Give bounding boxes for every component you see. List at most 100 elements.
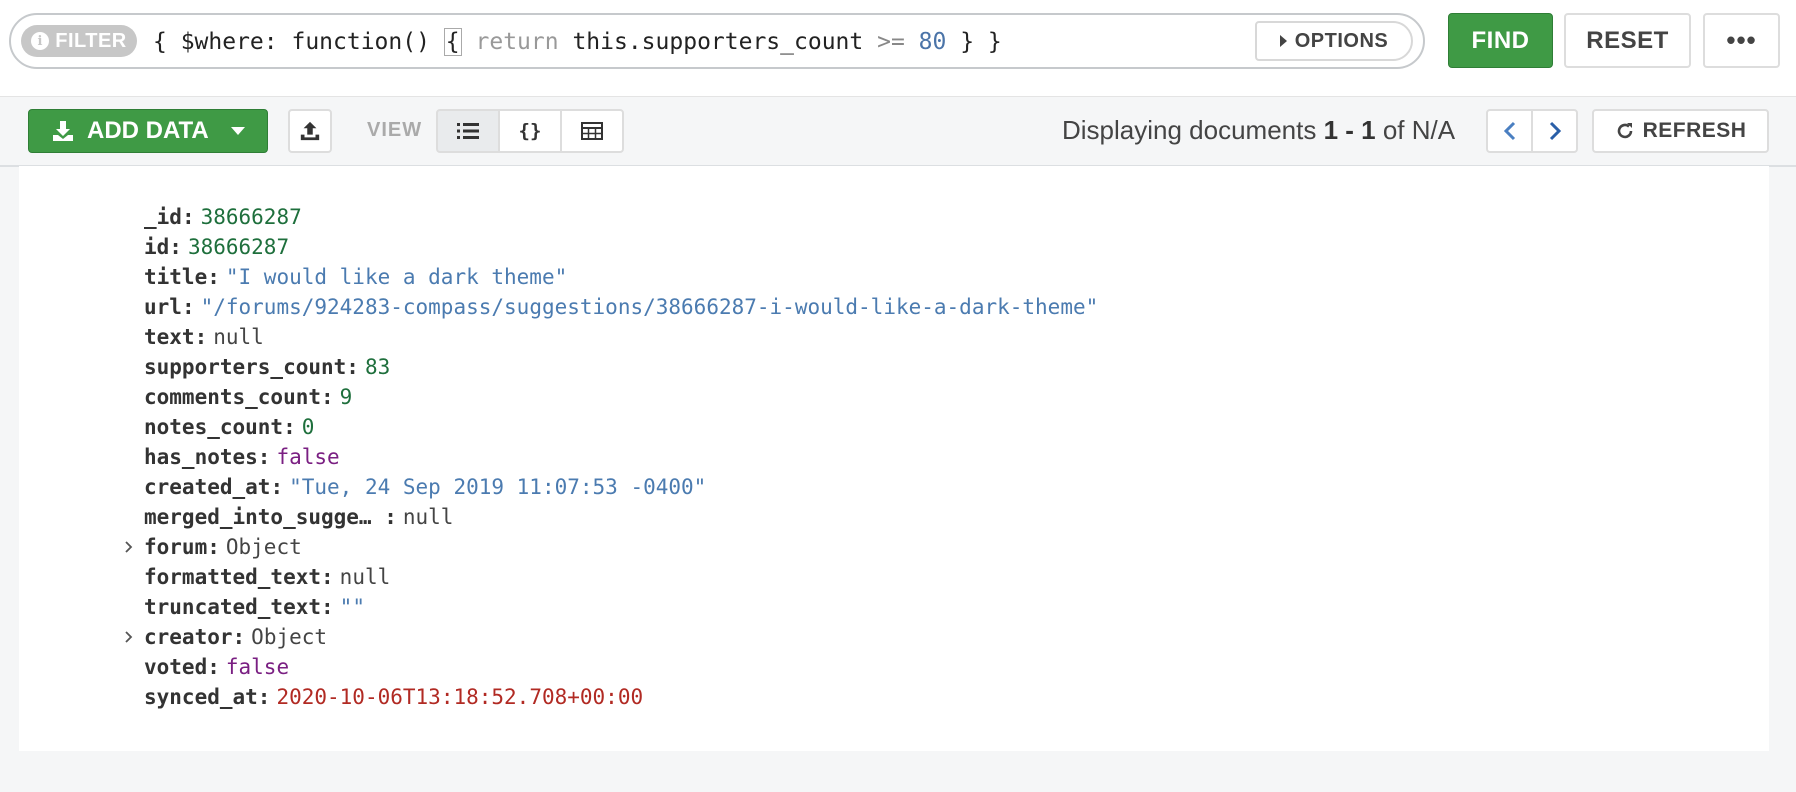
query-keyword: return [461,29,559,55]
displaying-prefix: Displaying documents [1062,115,1324,145]
view-switcher: {} [436,109,624,153]
next-page-button[interactable] [1531,109,1578,153]
document-field: url: "/forums/924283-compass/suggestions/… [144,292,1098,322]
document-fields: _id: 38666287 id: 38666287 title: "I would li… [125,202,1098,712]
range-start: 1 [1323,115,1339,145]
caret-down-icon [230,127,245,135]
document-field: text: null [144,322,1098,352]
field-value: null [402,505,454,529]
braces-icon: {} [518,120,542,142]
prev-page-button[interactable] [1486,109,1533,153]
document-field: supporters_count: 83 [144,352,1098,382]
document-field: voted: false [144,652,1098,682]
range-end: 1 [1361,115,1376,145]
field-separator: : [257,685,271,709]
field-value: Object [251,625,328,649]
info-icon[interactable]: i [31,32,50,50]
field-key: forum [144,535,208,559]
field-value: "" [339,595,365,619]
field-separator: : [232,625,246,649]
query-number: 80 [904,29,947,55]
list-view-button[interactable] [436,109,500,153]
document-field: merged_into_sugge… : null [144,502,1098,532]
field-separator: : [207,655,220,679]
table-icon [581,122,603,140]
field-value: 38666287 [200,205,302,229]
field-value: "Tue, 24 Sep 2019 11:07:53 -0400" [289,475,707,499]
query-brace: { [443,28,462,56]
document-field: comments_count: 9 [144,382,1098,412]
field-separator: : [384,505,397,529]
field-value: Object [225,535,302,559]
field-separator: : [181,205,195,229]
field-key: has_notes [144,445,258,469]
json-view-button[interactable]: {} [498,109,562,153]
field-value: 9 [339,385,353,409]
field-key: created_at [144,475,271,499]
field-key: _id [144,205,182,229]
field-key: synced_at [144,685,258,709]
document-field: has_notes: false [144,442,1098,472]
field-key: supporters_count [144,355,347,379]
field-value: 2020-10-06T13:18:52.708+00:00 [276,685,644,709]
query-operator: >= [877,29,905,55]
field-value: false [225,655,290,679]
field-separator: : [321,565,334,589]
field-key: id [144,235,170,259]
field-separator: : [346,355,359,379]
filter-input-container[interactable]: i FILTER { $where: function() { return t… [9,13,1425,69]
options-button[interactable]: OPTIONS [1255,21,1413,61]
query-open: { $where: function() [153,29,444,55]
filter-label-pill: i FILTER [21,25,137,57]
document-field[interactable]: creator: Object [125,622,1098,652]
field-key: creator [144,625,233,649]
field-key: formatted_text [144,565,322,589]
field-value: false [276,445,340,469]
field-value: 38666287 [187,235,290,259]
refresh-label: REFRESH [1642,119,1747,142]
list-icon [457,123,479,139]
expand-chevron-icon[interactable] [122,532,136,562]
field-separator: : [181,295,195,319]
refresh-icon [1617,123,1632,139]
add-data-button[interactable]: ADD DATA [28,109,268,153]
field-separator: : [270,475,284,499]
document-field: _id: 38666287 [144,202,1098,232]
range-dash: - [1338,115,1362,145]
more-options-button[interactable]: ••• [1703,13,1780,68]
table-view-button[interactable] [560,109,624,153]
refresh-button[interactable]: REFRESH [1592,109,1769,153]
field-separator: : [207,265,220,289]
upload-icon [300,121,320,141]
field-separator: : [169,235,182,259]
filter-label: FILTER [55,29,127,52]
query-close: } } [946,29,1002,55]
reset-button[interactable]: RESET [1564,13,1691,68]
document-field: created_at: "Tue, 24 Sep 2019 11:07:53 -0… [144,472,1098,502]
add-data-label: ADD DATA [87,117,209,144]
field-value: "/forums/924283-compass/suggestions/3866… [200,295,1099,319]
document-field: synced_at: 2020-10-06T13:18:52.708+00:00 [144,682,1098,712]
download-icon [53,121,73,141]
expand-chevron-icon[interactable] [122,622,136,652]
find-button[interactable]: FIND [1448,13,1553,68]
caret-right-icon [1279,35,1287,47]
field-value: 83 [364,355,391,379]
view-label: VIEW [367,119,423,141]
field-separator: : [283,415,296,439]
query-body: this.supporters_count [558,29,878,55]
documents-toolbar: ADD DATA VIEW {} Displaying documents 1 … [0,97,1796,167]
field-key: voted [144,655,208,679]
field-key: notes_count [144,415,284,439]
filter-query-input[interactable]: { $where: function() { return this.suppo… [153,27,1002,57]
document-field[interactable]: forum: Object [125,532,1098,562]
chevron-left-icon [1503,121,1515,141]
document-field: title: "I would like a dark theme" [144,262,1098,292]
document-card: _id: 38666287 id: 38666287 title: "I would li… [19,166,1769,751]
field-separator: : [194,325,208,349]
export-button[interactable] [288,109,332,153]
options-label: OPTIONS [1294,29,1389,52]
field-key: merged_into_sugge… [144,505,385,529]
field-separator: : [321,595,334,619]
document-field: id: 38666287 [144,232,1098,262]
